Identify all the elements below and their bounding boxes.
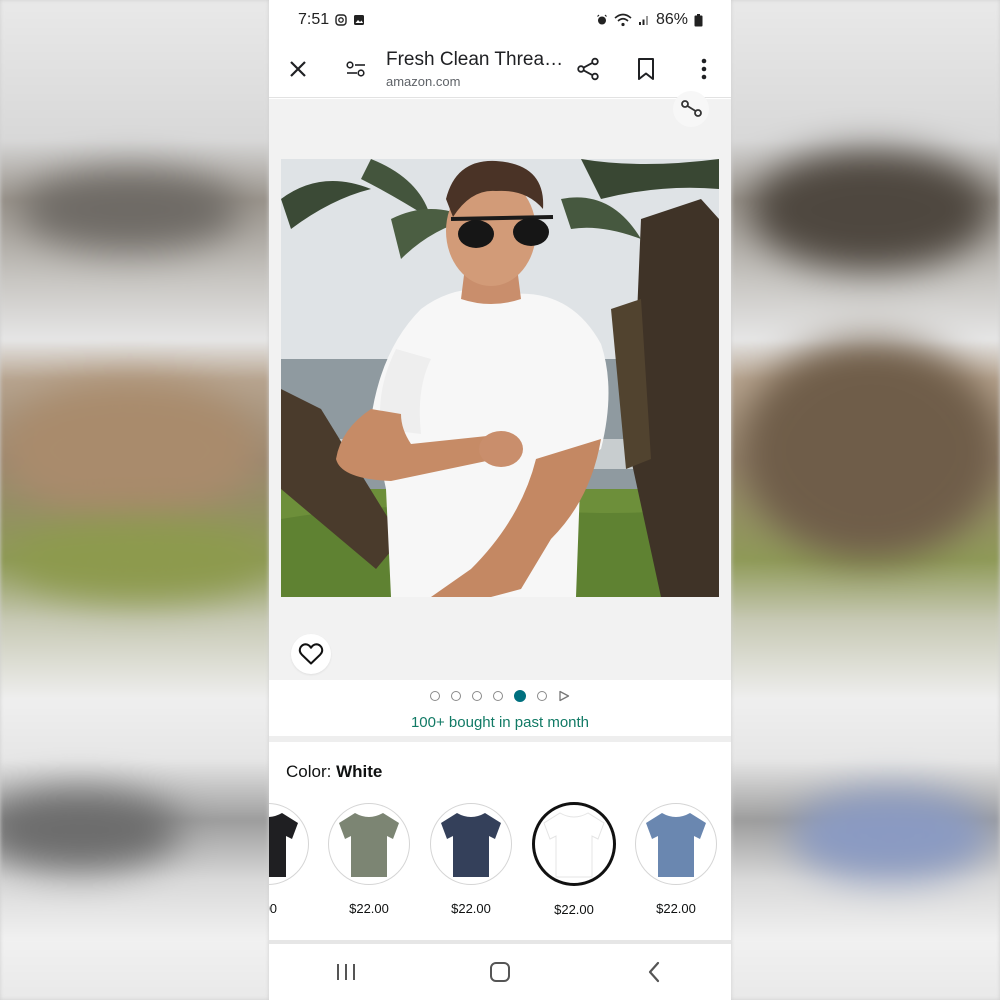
- phone-screen: 7:51 86% Fresh Clean Thread... amazon.co…: [269, 0, 731, 1000]
- tune-icon: [346, 60, 365, 77]
- swatch-image: [532, 802, 616, 886]
- share-button[interactable]: [566, 47, 610, 91]
- section-divider: [269, 736, 731, 742]
- close-icon: [290, 60, 306, 77]
- home-icon: [490, 962, 510, 982]
- swatch-price: .00: [269, 901, 278, 916]
- swatch-price: $22.00: [451, 901, 491, 916]
- swatch-price: $22.00: [554, 902, 594, 917]
- page-title: Fresh Clean Thread...: [386, 48, 566, 70]
- clock: 7:51: [298, 11, 330, 28]
- pagination-dot[interactable]: [430, 691, 440, 701]
- battery-icon: [694, 13, 703, 26]
- tshirt-navy-icon: [441, 813, 501, 877]
- color-swatch-military-green[interactable]: $22.00: [317, 800, 421, 916]
- selected-color-name: White: [336, 762, 383, 781]
- add-to-wishlist-button[interactable]: [291, 634, 331, 674]
- color-swatch-black[interactable]: .00: [269, 800, 320, 916]
- color-swatch-carousel[interactable]: .00 $22.00 $22.00 $22.00 $22.00: [269, 800, 731, 930]
- product-photo-illustration: [281, 159, 719, 597]
- back-button[interactable]: [624, 950, 684, 994]
- color-label-prefix: Color:: [286, 762, 337, 781]
- page-settings-button[interactable]: [334, 47, 378, 91]
- color-label: Color: White: [286, 762, 382, 782]
- play-video-icon[interactable]: [558, 690, 570, 702]
- share-icon: [577, 57, 599, 80]
- image-pagination: [269, 687, 731, 705]
- more-options-button[interactable]: [682, 47, 726, 91]
- back-icon: [648, 961, 660, 983]
- bookmark-button[interactable]: [624, 47, 668, 91]
- pagination-dot[interactable]: [472, 691, 482, 701]
- signal-icon: [638, 16, 648, 25]
- blurred-backdrop-right: [731, 0, 1000, 1000]
- pagination-dot-active[interactable]: [514, 690, 526, 702]
- instagram-icon: [335, 14, 347, 26]
- battery-percent: 86%: [655, 11, 688, 28]
- page-domain: amazon.com: [386, 73, 461, 89]
- recent-apps-icon: [337, 964, 355, 980]
- color-swatch-white-selected[interactable]: $22.00: [522, 800, 626, 917]
- image-share-button[interactable]: [673, 91, 709, 127]
- pagination-dot[interactable]: [493, 691, 503, 701]
- color-swatch-navy[interactable]: $22.00: [419, 800, 523, 916]
- swatch-price: $22.00: [349, 901, 389, 916]
- alarm-icon: [597, 14, 607, 25]
- color-swatch-slate-blue[interactable]: $22.00: [624, 800, 728, 916]
- bought-in-past-month: 100+ bought in past month: [410, 714, 590, 731]
- recent-apps-button[interactable]: [316, 950, 376, 994]
- bookmark-icon: [638, 57, 654, 80]
- share-icon: [681, 100, 702, 117]
- product-photo[interactable]: [281, 159, 719, 597]
- tshirt-white-icon: [543, 812, 605, 878]
- home-button[interactable]: [470, 950, 530, 994]
- swatch-image: [635, 803, 717, 885]
- gallery-icon: [354, 15, 365, 25]
- swatch-image: [269, 803, 309, 885]
- pagination-dot[interactable]: [537, 691, 547, 701]
- heart-icon: [298, 643, 324, 665]
- swatch-image: [430, 803, 512, 885]
- swatch-image: [328, 803, 410, 885]
- system-navigation-bar: [269, 944, 731, 1000]
- custom-tab-toolbar: Fresh Clean Thread... amazon.com: [269, 40, 731, 98]
- tshirt-blue-icon: [646, 813, 706, 877]
- tshirt-green-icon: [339, 813, 399, 877]
- close-button[interactable]: [276, 47, 320, 91]
- more-vert-icon: [701, 58, 707, 79]
- blurred-backdrop-left: [0, 0, 269, 1000]
- tshirt-black-icon: [269, 813, 298, 877]
- product-image-gallery[interactable]: [269, 91, 731, 680]
- status-bar: 7:51 86%: [269, 0, 731, 40]
- swatch-price: $22.00: [656, 901, 696, 916]
- pagination-dot[interactable]: [451, 691, 461, 701]
- wifi-icon: [614, 13, 632, 27]
- page-title-block[interactable]: Fresh Clean Thread... amazon.com: [386, 49, 566, 89]
